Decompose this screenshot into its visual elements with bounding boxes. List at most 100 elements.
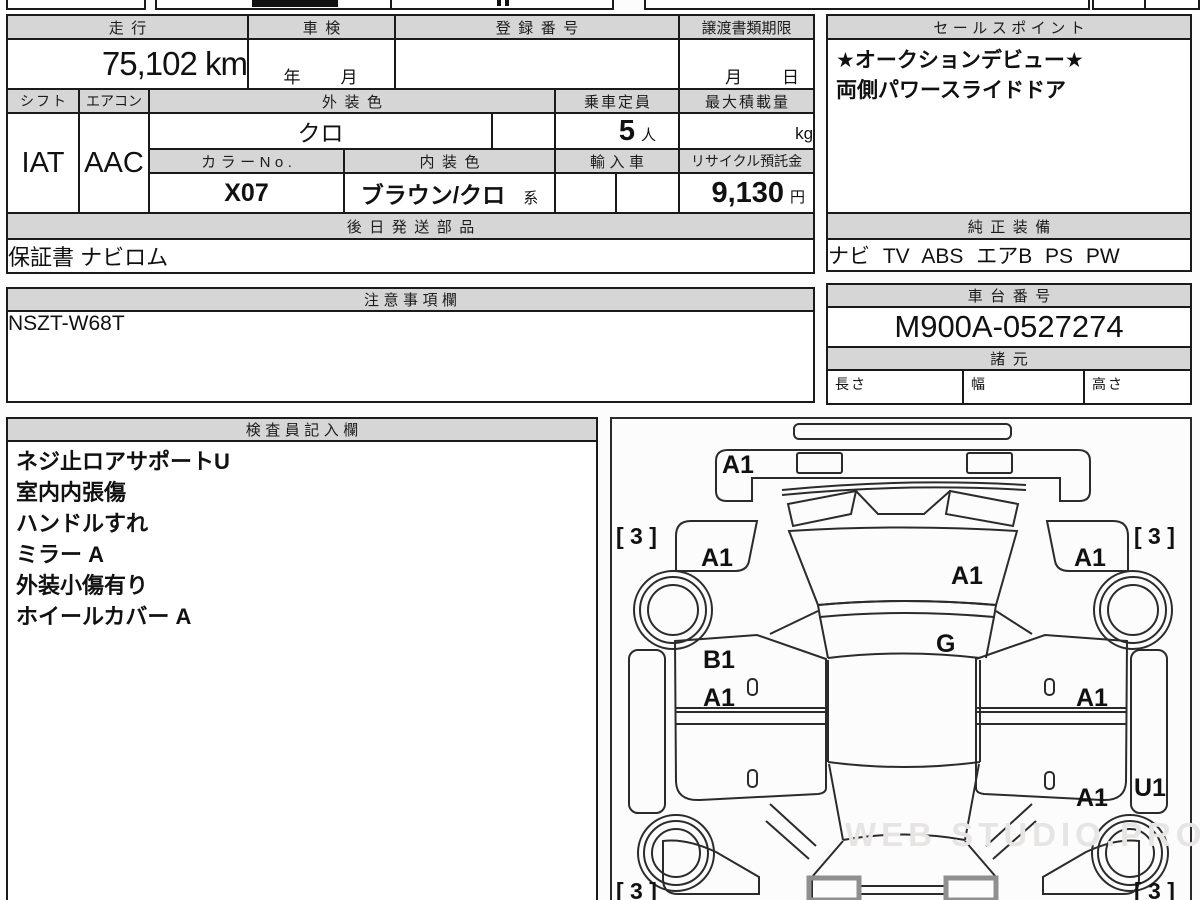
tire-grade-rear-right: [ 3 ] [1134, 878, 1175, 900]
recycle-deposit-cell: 9,130 円 [678, 172, 816, 214]
door-handle-left-rear [747, 769, 758, 788]
odometer-value: 75,102 km [6, 38, 249, 90]
exterior-color-extra-cell [491, 112, 557, 150]
registration-value [394, 38, 681, 90]
wheel-rear-left [637, 814, 715, 892]
tail-light-left [806, 875, 862, 900]
import-value-cell [554, 172, 618, 214]
shift-value: IAT [6, 112, 80, 214]
interior-color-cell: ブラウン/クロ系 [342, 172, 557, 214]
wheel-front-right [1093, 570, 1173, 650]
height-label: 高さ [1092, 376, 1124, 392]
length-label: 長さ [835, 376, 867, 392]
exterior-color-header: 外装色 [147, 88, 557, 114]
color-no-value: X07 [148, 172, 345, 214]
height-cell: 高さ [1083, 369, 1192, 405]
notes-box: 注意事項欄 NSZT-W68T [6, 287, 815, 403]
rocker-sill-left [628, 649, 666, 814]
exterior-color-value: クロ [147, 112, 494, 150]
mark-hood: A1 [722, 451, 754, 479]
inspector-notes-box: 検査員記入欄 ネジ止ロアサポートU 室内内張傷 ハンドルすれ ミラー A 外装小… [6, 417, 598, 900]
front-bumper [793, 423, 1012, 440]
rear-quarter-right [1042, 839, 1140, 895]
interior-color-value: ブラウン/クロ [360, 182, 506, 208]
interior-color-header: 内装色 [342, 148, 557, 174]
sales-point-header: セールスポイント [826, 14, 1192, 40]
recycle-deposit-header: リサイクル預託金 [678, 148, 816, 174]
notes-value: NSZT-W68T [6, 310, 815, 403]
max-load-cell: kg [678, 112, 816, 150]
sales-point-panel: セールスポイント ★オークションデビュー★ 両側パワースライドドア 純正装備 ナ… [826, 14, 1192, 272]
capacity-header: 乗車定員 [554, 88, 681, 114]
door-handle-right-rear [1044, 771, 1055, 790]
inspector-note-line: ネジ止ロアサポートU [16, 449, 230, 474]
width-cell: 幅 [962, 369, 1085, 405]
cutoff-text-fragment [497, 0, 501, 6]
capacity-value: 5 [618, 114, 636, 147]
mark-right-rocker-u1: U1 [1134, 774, 1166, 802]
a-pillar-fold-left [769, 610, 819, 635]
import-header: 輸入車 [554, 148, 681, 174]
wiper-left [786, 489, 858, 528]
tire-grade-front-right: [ 3 ] [1134, 523, 1175, 549]
rear-fold-left [765, 803, 817, 860]
oem-equipment-header: 純正装備 [826, 212, 1192, 240]
notes-header: 注意事項欄 [6, 287, 815, 312]
transfer-deadline-header: 譲渡書類期限 [678, 14, 816, 40]
aircon-value: AAC [78, 112, 150, 214]
door-crease-right [976, 707, 1127, 725]
a-pillar-fold-right [995, 610, 1033, 635]
length-cell: 長さ [826, 369, 964, 405]
later-parts-header: 後日発送部品 [5, 212, 816, 240]
cutoff-text-fragment [505, 0, 509, 6]
inspector-note-line: ミラー A [16, 542, 105, 567]
inspector-notes-header: 検査員記入欄 [6, 417, 598, 442]
mileage-header: 走行 [6, 14, 249, 40]
width-label: 幅 [971, 376, 987, 392]
mark-right-door-upper: A1 [1076, 684, 1108, 712]
registration-header: 登録番号 [394, 14, 681, 40]
aircon-header: エアコン [78, 88, 150, 114]
roof-mid-band [827, 761, 981, 768]
roof-front-band [816, 600, 998, 619]
mark-left-fender: A1 [701, 544, 733, 572]
windshield [787, 526, 1019, 607]
inspector-note-line: 室内内張傷 [16, 480, 127, 505]
cutoff-cell [390, 0, 614, 10]
diagram-border [610, 417, 1192, 900]
inspector-note-line: ホイールカバー A [16, 604, 192, 629]
mark-left-door-b1: B1 [703, 646, 735, 674]
rear-fold-right [985, 803, 1037, 860]
roof-sides-upper [819, 616, 995, 659]
vehicle-spec-table: 走行 車検 登録番号 譲渡書類期限 75,102 km 年 月 月 日 シフト … [5, 14, 816, 274]
rear-quarter-left [662, 839, 760, 895]
wheel-rear-right [1091, 814, 1169, 892]
watermark: WEB STUDIO.PRO [845, 816, 1200, 853]
rear-bumper-lines [860, 885, 946, 895]
chassis-panel: 車台番号 M900A-0527274 諸元 長さ 幅 高さ [826, 283, 1192, 405]
mark-left-door-a1: A1 [703, 684, 735, 712]
mark-right-fender: A1 [1074, 544, 1106, 572]
hood-panel [715, 449, 1091, 502]
wiper-center-notch [855, 490, 951, 515]
wheel-front-left [633, 570, 713, 650]
wiper-right [944, 489, 1020, 528]
cutoff-cell [6, 0, 146, 10]
front-fender-right [1045, 520, 1129, 572]
roof-column [827, 660, 981, 762]
chassis-number-value: M900A-0527274 [826, 306, 1192, 348]
recycle-deposit-unit: 円 [790, 188, 806, 206]
hood-detail-left [796, 452, 843, 474]
door-panel-left [673, 633, 827, 802]
mark-roof: G [936, 630, 955, 658]
inspection-date-value: 年 月 [246, 38, 397, 90]
color-no-header: カラーNo. [148, 148, 345, 174]
roof-top-curve [827, 652, 981, 659]
cutoff-cell [1092, 0, 1148, 10]
mark-windshield: A1 [951, 562, 983, 590]
dimensions-header: 諸元 [826, 346, 1192, 371]
door-handle-left-front [747, 678, 758, 696]
oem-equipment-value: ナビ TV ABS エアB PS PW [826, 238, 1192, 272]
tail-light-right [943, 875, 999, 900]
rocker-sill-right [1130, 649, 1168, 814]
